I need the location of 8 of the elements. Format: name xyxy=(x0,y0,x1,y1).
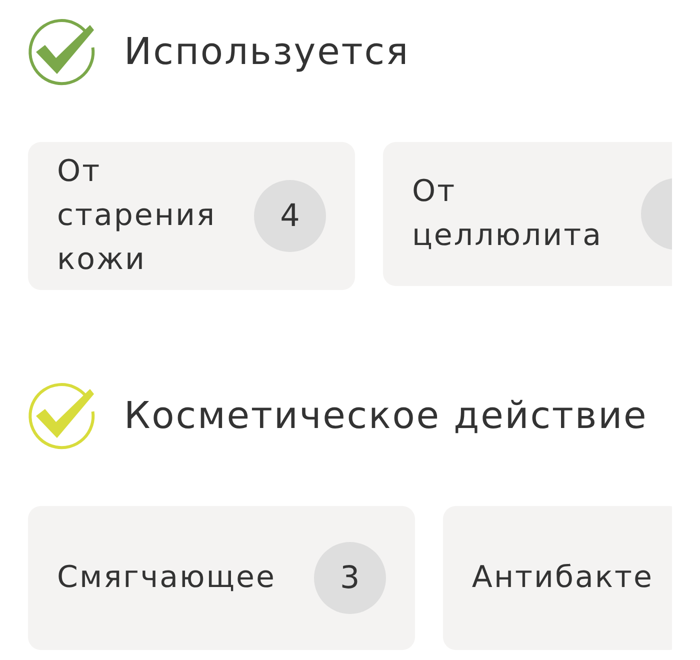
count-badge: 4 xyxy=(254,180,326,252)
category-label: Смягчающее xyxy=(57,559,276,597)
section-title: Используется xyxy=(124,30,410,74)
category-label: От целлюлита xyxy=(412,173,603,255)
category-label: От старения кожи xyxy=(57,153,216,279)
section-title: Косметическое действие xyxy=(124,394,648,438)
count-badge: 3 xyxy=(314,542,386,614)
category-label: Антибакте xyxy=(472,559,654,597)
